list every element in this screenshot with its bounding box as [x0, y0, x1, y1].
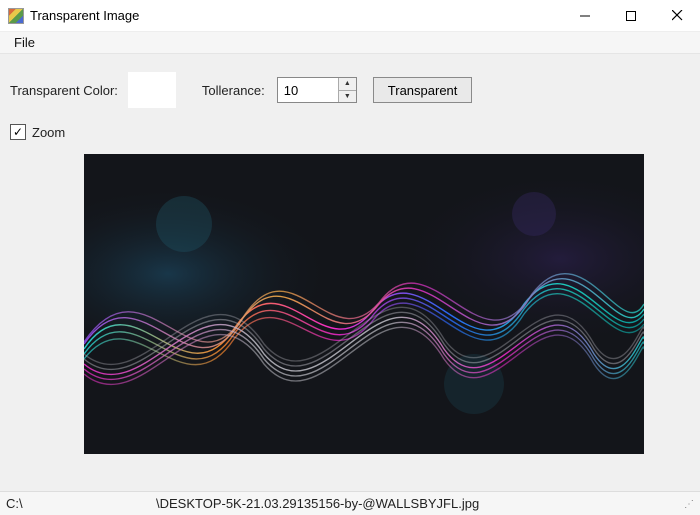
menu-file[interactable]: File [8, 33, 41, 52]
close-icon [672, 10, 683, 21]
tolerance-input[interactable] [278, 78, 338, 102]
maximize-icon [626, 11, 636, 21]
transparent-color-label: Transparent Color: [10, 83, 118, 98]
menubar: File [0, 32, 700, 54]
spin-up-button[interactable]: ▲ [339, 78, 356, 91]
statusbar: C:\ \DESKTOP-5K-21.03.29135156-by-@WALLS… [0, 491, 700, 515]
check-icon: ✓ [13, 125, 23, 139]
canvas-area [0, 144, 700, 491]
tolerance-stepper[interactable]: ▲ ▼ [277, 77, 357, 103]
image-preview [84, 154, 644, 454]
spin-down-button[interactable]: ▼ [339, 91, 356, 103]
transparent-button[interactable]: Transparent [373, 77, 473, 103]
toolbar: Transparent Color: Tollerance: ▲ ▼ Trans… [0, 54, 700, 118]
maximize-button[interactable] [608, 0, 654, 31]
status-path: \DESKTOP-5K-21.03.29135156-by-@WALLSBYJF… [156, 496, 678, 511]
titlebar: Transparent Image [0, 0, 700, 32]
zoom-row: ✓ Zoom [0, 118, 700, 144]
status-drive: C:\ [6, 496, 156, 511]
color-swatch[interactable] [128, 72, 176, 108]
zoom-label: Zoom [32, 125, 65, 140]
zoom-checkbox[interactable]: ✓ [10, 124, 26, 140]
resize-grip-icon[interactable]: ⋰ [678, 496, 694, 512]
tolerance-spin: ▲ ▼ [338, 78, 356, 102]
app-icon [8, 8, 24, 24]
wave-art-icon [84, 154, 644, 454]
tolerance-label: Tollerance: [202, 83, 265, 98]
window-controls [562, 0, 700, 31]
minimize-icon [580, 11, 590, 21]
minimize-button[interactable] [562, 0, 608, 31]
close-button[interactable] [654, 0, 700, 31]
window-title: Transparent Image [30, 8, 139, 23]
